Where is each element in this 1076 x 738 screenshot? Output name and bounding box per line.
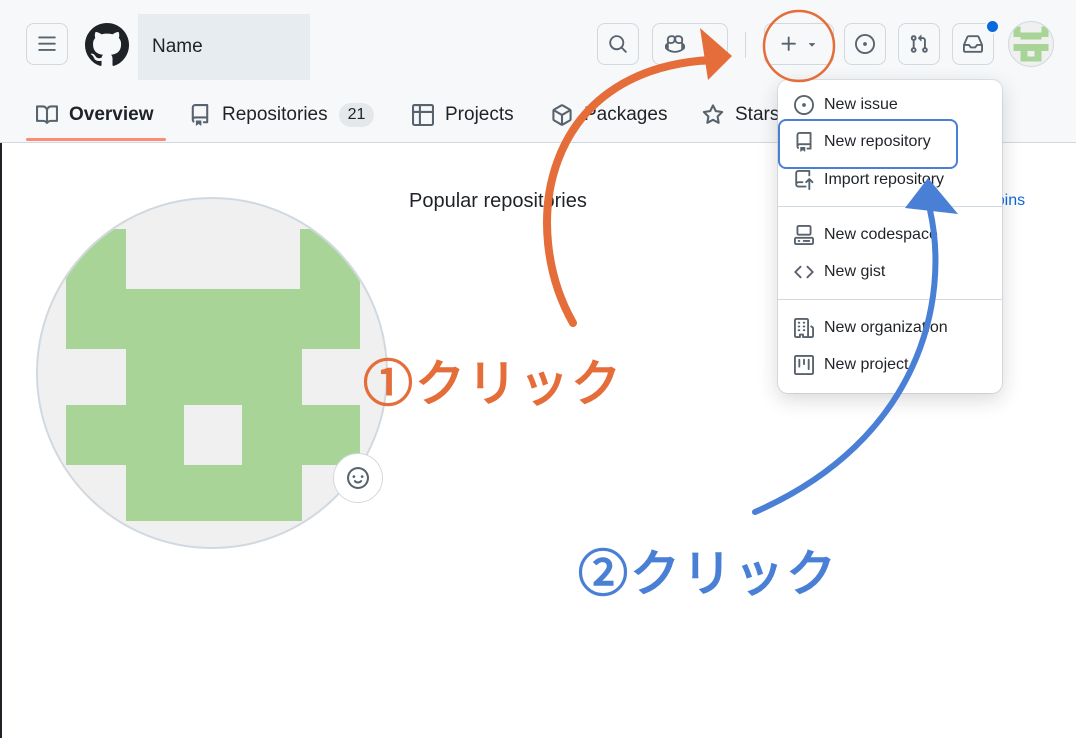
tab-overview-label: Overview: [69, 104, 154, 125]
book-icon: [36, 105, 58, 124]
active-tab-indicator: [26, 138, 166, 141]
copilot-icon: [665, 35, 685, 53]
plus-icon: [781, 36, 796, 51]
profile-tabs: Overview Repositories 21 Projects Packag…: [0, 88, 800, 142]
tab-stars[interactable]: Stars: [702, 88, 779, 142]
pull-requests-button[interactable]: [898, 23, 940, 65]
triangle-down-icon: [808, 43, 816, 47]
menu-item-label: New gist: [824, 263, 886, 280]
header-divider: [745, 32, 746, 58]
repositories-count-badge: 21: [338, 103, 375, 127]
menu-item-label: New organization: [824, 319, 948, 336]
tab-packages-label: Packages: [584, 104, 668, 125]
project-icon: [794, 355, 814, 375]
menu-button[interactable]: [26, 23, 68, 65]
menu-item-label: New issue: [824, 96, 898, 113]
profile-avatar[interactable]: [36, 197, 388, 549]
codespaces-icon: [794, 225, 814, 245]
tab-projects[interactable]: Projects: [412, 88, 514, 142]
step2-label: ②クリック: [578, 546, 838, 602]
tab-repositories-label: Repositories: [222, 104, 328, 125]
inbox-icon: [963, 35, 983, 53]
issues-button[interactable]: [844, 23, 886, 65]
identicon-icon: [66, 229, 360, 521]
repo-icon: [191, 104, 209, 126]
menu-divider: [778, 299, 1002, 300]
menu-item-label: New codespace: [824, 226, 938, 243]
set-status-button[interactable]: [333, 453, 383, 503]
menu-item-new-codespace[interactable]: New codespace: [794, 220, 938, 250]
menu-item-label: Import repository: [824, 171, 945, 188]
package-icon: [552, 104, 572, 126]
menu-item-new-issue[interactable]: New issue: [794, 90, 898, 120]
create-new-button[interactable]: [764, 23, 834, 65]
popular-repositories-title: Popular repositories: [409, 190, 587, 212]
table-icon: [412, 104, 434, 126]
search-icon: [609, 35, 627, 53]
tab-overview[interactable]: Overview: [36, 88, 154, 142]
menu-item-new-gist[interactable]: New gist: [794, 257, 885, 287]
notification-dot: [985, 19, 1000, 34]
create-new-menu: New issue New repository Import reposito…: [778, 80, 1002, 393]
menu-item-label: New repository: [824, 133, 931, 150]
identicon-icon: [1013, 26, 1049, 62]
repo-icon: [796, 132, 812, 152]
hamburger-icon: [38, 36, 56, 51]
menu-item-new-repository[interactable]: New repository: [794, 127, 931, 157]
search-button[interactable]: [597, 23, 639, 65]
repo-push-icon: [795, 170, 814, 190]
tab-packages[interactable]: Packages: [551, 88, 667, 142]
menu-item-import-repository[interactable]: Import repository: [794, 165, 944, 195]
tab-projects-label: Projects: [445, 104, 514, 125]
menu-divider: [778, 206, 1002, 207]
smiley-icon: [347, 467, 369, 489]
menu-item-new-organization[interactable]: New organization: [794, 313, 948, 343]
user-avatar[interactable]: [1008, 21, 1054, 67]
step1-label: ①クリック: [363, 356, 623, 412]
github-logo-icon[interactable]: [85, 23, 129, 67]
menu-item-new-project[interactable]: New project: [794, 350, 908, 380]
star-icon: [702, 104, 724, 124]
issue-opened-icon: [855, 34, 875, 54]
git-pull-request-icon: [910, 34, 928, 53]
tab-repositories[interactable]: Repositories 21: [189, 88, 375, 142]
organization-icon: [794, 318, 814, 338]
issue-opened-icon: [794, 95, 814, 115]
tab-stars-label: Stars: [735, 104, 780, 125]
menu-item-label: New project: [824, 356, 909, 373]
username-label[interactable]: Name: [138, 14, 310, 80]
copilot-button[interactable]: [652, 23, 728, 65]
code-icon: [794, 265, 814, 279]
